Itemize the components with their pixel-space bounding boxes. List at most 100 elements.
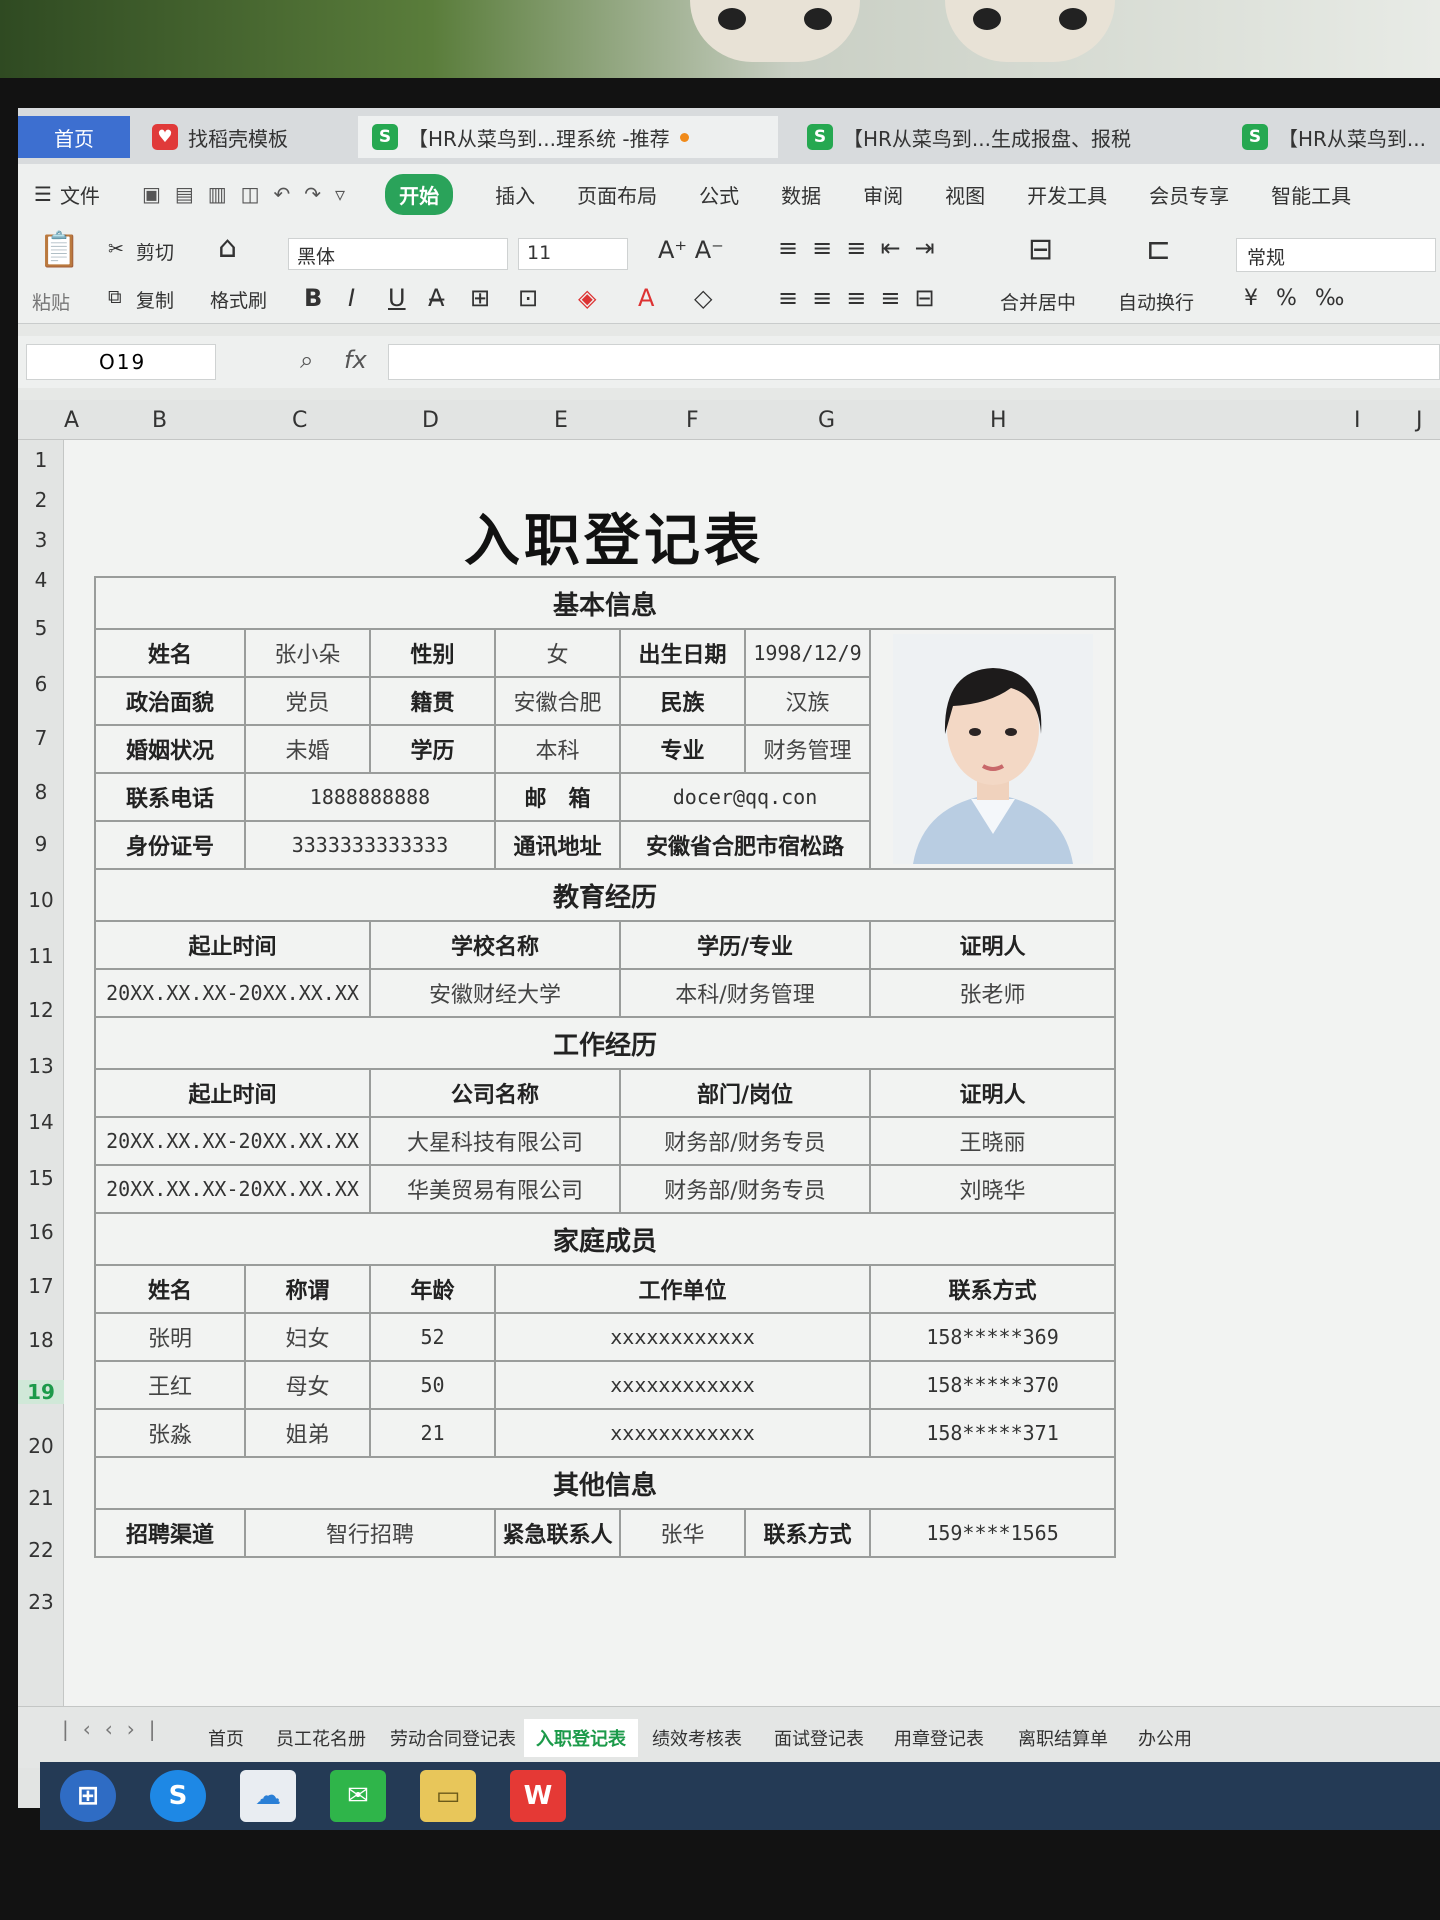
- menu-member[interactable]: 会员专享: [1149, 180, 1229, 209]
- column-d[interactable]: D: [422, 408, 439, 433]
- file-explorer-icon[interactable]: ▭: [420, 1770, 476, 1822]
- menu-view[interactable]: 视图: [945, 180, 985, 209]
- row-number[interactable]: 12: [18, 998, 64, 1022]
- font-color-icon[interactable]: A: [638, 284, 654, 312]
- edu-cell-school[interactable]: 安徽财经大学: [369, 968, 621, 1018]
- family-cell-age[interactable]: 21: [369, 1408, 496, 1458]
- cell-marital[interactable]: 未婚: [244, 724, 371, 774]
- column-c[interactable]: C: [292, 408, 307, 433]
- photo-cell[interactable]: [868, 628, 1117, 870]
- sheet-tab-resignation[interactable]: 离职结算单: [1018, 1725, 1108, 1751]
- number-format-select[interactable]: 常规: [1236, 238, 1436, 272]
- menu-page-layout[interactable]: 页面布局: [577, 180, 657, 209]
- cell-contact[interactable]: 159****1565: [868, 1508, 1117, 1558]
- cell-gender[interactable]: 女: [494, 628, 621, 678]
- cell-email[interactable]: docer@qq.con: [619, 772, 871, 822]
- menu-review[interactable]: 审阅: [863, 180, 903, 209]
- sheet-grid[interactable]: 入职登记表 基本信息 姓名 张小朵 性别 女 出生日期 1998/12/9 政治…: [64, 440, 1440, 1740]
- work-cell-period[interactable]: 20XX.XX.XX-20XX.XX.XX: [94, 1164, 371, 1214]
- family-cell-contact[interactable]: 158*****370: [868, 1360, 1117, 1410]
- column-f[interactable]: F: [686, 408, 699, 433]
- row-number[interactable]: 15: [18, 1166, 64, 1190]
- sheet-tab-interview[interactable]: 面试登记表: [774, 1725, 864, 1751]
- row-number[interactable]: 5: [18, 616, 64, 640]
- work-cell-period[interactable]: 20XX.XX.XX-20XX.XX.XX: [94, 1116, 371, 1166]
- border-icon[interactable]: ⊞: [470, 284, 490, 312]
- column-e[interactable]: E: [554, 408, 568, 433]
- fill-style-icon[interactable]: ⊡: [518, 284, 538, 312]
- cell-major[interactable]: 财务管理: [744, 724, 871, 774]
- tab-template[interactable]: ♥ 找稻壳模板: [138, 116, 348, 158]
- start-icon[interactable]: ⊞: [60, 1770, 116, 1822]
- row-number[interactable]: 18: [18, 1328, 64, 1352]
- column-b[interactable]: B: [152, 408, 167, 433]
- paste-icon[interactable]: 📋: [38, 230, 80, 270]
- family-cell-relation[interactable]: 母女: [244, 1360, 371, 1410]
- row-number[interactable]: 20: [18, 1434, 64, 1458]
- sheet-tab-office[interactable]: 办公用: [1138, 1725, 1192, 1751]
- family-cell-relation[interactable]: 妇女: [244, 1312, 371, 1362]
- column-a[interactable]: A: [64, 408, 79, 433]
- format-painter-button[interactable]: 格式刷: [210, 286, 267, 313]
- row-number[interactable]: 6: [18, 672, 64, 696]
- menu-start[interactable]: 开始: [385, 173, 454, 215]
- fill-color-icon[interactable]: ◈: [578, 284, 596, 312]
- underline-icon[interactable]: U: [388, 284, 406, 312]
- row-number[interactable]: 16: [18, 1220, 64, 1244]
- copy-button[interactable]: 复制: [136, 286, 174, 313]
- zoom-search-icon[interactable]: ⌕: [300, 346, 313, 374]
- family-cell-relation[interactable]: 姐弟: [244, 1408, 371, 1458]
- family-cell-employer[interactable]: xxxxxxxxxxxx: [494, 1312, 871, 1362]
- merge-button[interactable]: 合并居中: [1000, 288, 1076, 315]
- work-cell-referee[interactable]: 刘晓华: [868, 1164, 1117, 1214]
- row-number[interactable]: 1: [18, 448, 64, 472]
- hamburger-icon[interactable]: ☰: [34, 182, 52, 206]
- tab-doc-1[interactable]: S 【HR从菜鸟到...理系统 -推荐: [358, 116, 778, 158]
- row-number[interactable]: 2: [18, 488, 64, 512]
- cell-name[interactable]: 张小朵: [244, 628, 371, 678]
- wechat-icon[interactable]: ✉: [330, 1770, 386, 1822]
- work-cell-position[interactable]: 财务部/财务专员: [619, 1116, 871, 1166]
- font-grow-icon[interactable]: A⁺ A⁻: [658, 236, 724, 264]
- family-cell-name[interactable]: 张明: [94, 1312, 246, 1362]
- cell-birth[interactable]: 1998/12/9: [744, 628, 871, 678]
- italic-icon[interactable]: I: [348, 284, 355, 312]
- menu-data[interactable]: 数据: [781, 180, 821, 209]
- sogou-icon[interactable]: S: [150, 1770, 206, 1822]
- wrap-icon[interactable]: ⊏: [1146, 232, 1171, 267]
- cell-ethnic[interactable]: 汉族: [744, 676, 871, 726]
- strikethrough-icon[interactable]: A̶: [428, 284, 444, 312]
- cell-id[interactable]: 3333333333333: [244, 820, 496, 870]
- family-cell-name[interactable]: 王红: [94, 1360, 246, 1410]
- sheet-tab-seal[interactable]: 用章登记表: [894, 1725, 984, 1751]
- cell-emergency[interactable]: 张华: [619, 1508, 746, 1558]
- family-cell-contact[interactable]: 158*****369: [868, 1312, 1117, 1362]
- sheet-tab-roster[interactable]: 员工花名册: [276, 1725, 366, 1751]
- wps-icon[interactable]: W: [510, 1770, 566, 1822]
- row-number[interactable]: 17: [18, 1274, 64, 1298]
- menu-smart-tools[interactable]: 智能工具: [1271, 180, 1351, 209]
- family-cell-age[interactable]: 50: [369, 1360, 496, 1410]
- cell-channel[interactable]: 智行招聘: [244, 1508, 496, 1558]
- tab-home[interactable]: 首页: [18, 116, 130, 158]
- cell-phone[interactable]: 1888888888: [244, 772, 496, 822]
- menu-file[interactable]: 文件: [60, 180, 100, 209]
- row-number[interactable]: 14: [18, 1110, 64, 1134]
- sheet-nav-arrows-icon[interactable]: |‹‹›|: [62, 1717, 169, 1741]
- cut-button[interactable]: 剪切: [136, 238, 174, 265]
- currency-percent-icons[interactable]: ¥%‰: [1244, 286, 1362, 311]
- copy-icon[interactable]: ⧉: [108, 286, 122, 308]
- family-cell-employer[interactable]: xxxxxxxxxxxx: [494, 1408, 871, 1458]
- cut-icon[interactable]: ✂: [108, 238, 124, 260]
- row-number[interactable]: 9: [18, 832, 64, 856]
- formula-input[interactable]: [388, 344, 1440, 380]
- work-cell-company[interactable]: 大星科技有限公司: [369, 1116, 621, 1166]
- column-g[interactable]: G: [818, 408, 835, 433]
- cell-political[interactable]: 党员: [244, 676, 371, 726]
- menu-insert[interactable]: 插入: [495, 180, 535, 209]
- merge-icon[interactable]: ⊟: [1028, 232, 1053, 267]
- column-h[interactable]: H: [990, 408, 1007, 433]
- family-cell-name[interactable]: 张淼: [94, 1408, 246, 1458]
- row-number-selected[interactable]: 19: [18, 1380, 64, 1404]
- row-number[interactable]: 7: [18, 726, 64, 750]
